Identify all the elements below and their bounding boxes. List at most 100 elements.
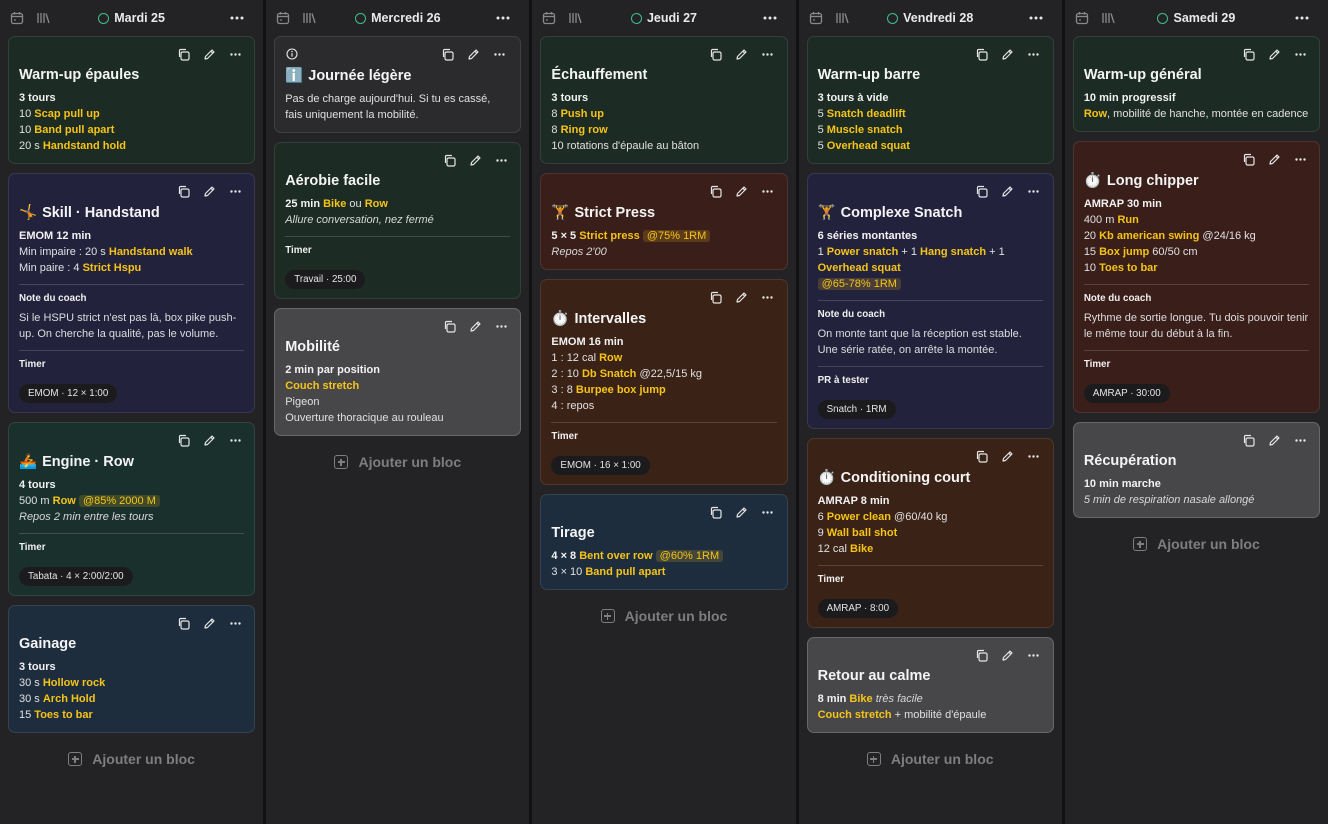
calendar-icon[interactable] bbox=[10, 11, 24, 25]
block-menu-icon[interactable] bbox=[1293, 152, 1307, 166]
duplicate-icon[interactable] bbox=[975, 648, 989, 662]
block-menu-icon[interactable] bbox=[761, 47, 775, 61]
exercise-link[interactable]: Overhead squat bbox=[827, 140, 910, 152]
add-block-button[interactable]: Ajouter un bloc bbox=[540, 602, 787, 630]
block-menu-icon[interactable] bbox=[1293, 47, 1307, 61]
exercise-link[interactable]: Scap pull up bbox=[34, 108, 99, 120]
duplicate-icon[interactable] bbox=[975, 449, 989, 463]
duplicate-icon[interactable] bbox=[176, 616, 190, 630]
exercise-link[interactable]: Couch stretch bbox=[818, 709, 892, 721]
workout-block[interactable]: ⏱️ Conditioning court AMRAP 8 min 6 Power c… bbox=[806, 438, 1054, 628]
library-icon[interactable] bbox=[568, 11, 583, 25]
block-menu-icon[interactable] bbox=[761, 290, 775, 304]
edit-icon[interactable] bbox=[466, 47, 480, 61]
workout-block[interactable]: Aérobie facile 25 min Bike ou Row Allure c… bbox=[274, 142, 522, 299]
exercise-link[interactable]: Power snatch bbox=[827, 246, 899, 258]
block-menu-icon[interactable] bbox=[492, 47, 506, 61]
edit-icon[interactable] bbox=[735, 505, 749, 519]
workout-block[interactable]: ⏱️ Long chipper AMRAP 30 min 400 m Run 20 Kb… bbox=[1072, 141, 1321, 413]
timer-pill[interactable]: Snatch · 1RM bbox=[817, 400, 896, 419]
edit-icon[interactable] bbox=[1267, 433, 1281, 447]
edit-icon[interactable] bbox=[468, 319, 482, 333]
block-menu-icon[interactable] bbox=[761, 184, 775, 198]
workout-block[interactable]: Récupération 10 min marche 5 min de respir… bbox=[1072, 422, 1321, 518]
edit-icon[interactable] bbox=[735, 47, 749, 61]
timer-pill[interactable]: EMOM · 12 × 1:00 bbox=[19, 384, 118, 403]
workout-block[interactable]: Mobilité 2 min par position Couch stretch P… bbox=[274, 308, 522, 436]
block-menu-icon[interactable] bbox=[1027, 449, 1041, 463]
exercise-link[interactable]: Snatch deadlift bbox=[827, 108, 906, 120]
add-block-button[interactable]: Ajouter un bloc bbox=[807, 745, 1054, 773]
exercise-link[interactable]: Handstand walk bbox=[109, 246, 193, 258]
calendar-icon[interactable] bbox=[1075, 11, 1089, 25]
duplicate-icon[interactable] bbox=[442, 153, 456, 167]
timer-pill[interactable]: EMOM · 16 × 1:00 bbox=[551, 456, 650, 475]
library-icon[interactable] bbox=[1101, 11, 1115, 25]
edit-icon[interactable] bbox=[1001, 449, 1015, 463]
exercise-link[interactable]: Bike bbox=[850, 543, 873, 555]
exercise-link[interactable]: Db Snatch bbox=[582, 368, 636, 380]
library-icon[interactable] bbox=[302, 11, 316, 25]
workout-block[interactable]: Échauffement 3 tours 8 Push up 8 Ring row 10… bbox=[540, 36, 788, 164]
duplicate-icon[interactable] bbox=[975, 47, 989, 61]
column-menu-icon[interactable] bbox=[1028, 10, 1044, 26]
exercise-link[interactable]: Band pull apart bbox=[585, 566, 665, 578]
duplicate-icon[interactable] bbox=[440, 47, 454, 61]
block-menu-icon[interactable] bbox=[494, 319, 508, 333]
edit-icon[interactable] bbox=[1001, 47, 1015, 61]
exercise-link[interactable]: Bike bbox=[323, 198, 346, 210]
exercise-link[interactable]: Hollow rock bbox=[43, 677, 105, 689]
column-menu-icon[interactable] bbox=[1294, 10, 1310, 26]
exercise-link[interactable]: Toes to bar bbox=[1099, 262, 1157, 274]
block-menu-icon[interactable] bbox=[228, 47, 242, 61]
exercise-link[interactable]: Row bbox=[365, 198, 388, 210]
edit-icon[interactable] bbox=[202, 184, 216, 198]
edit-icon[interactable] bbox=[202, 47, 216, 61]
add-block-button[interactable]: Ajouter un bloc bbox=[274, 448, 521, 476]
exercise-link[interactable]: Push up bbox=[561, 108, 604, 120]
duplicate-icon[interactable] bbox=[1241, 433, 1255, 447]
exercise-link[interactable]: Burpee box jump bbox=[576, 384, 666, 396]
workout-block[interactable]: ⏱️ Intervalles EMOM 16 min 1 : 12 cal Row 2 … bbox=[540, 279, 788, 485]
block-menu-icon[interactable] bbox=[1027, 47, 1041, 61]
exercise-link[interactable]: Couch stretch bbox=[285, 380, 359, 392]
duplicate-icon[interactable] bbox=[709, 184, 723, 198]
exercise-link[interactable]: Hang snatch bbox=[920, 246, 986, 258]
block-menu-icon[interactable] bbox=[228, 616, 242, 630]
edit-icon[interactable] bbox=[1001, 184, 1015, 198]
edit-icon[interactable] bbox=[735, 184, 749, 198]
duplicate-icon[interactable] bbox=[176, 433, 190, 447]
duplicate-icon[interactable] bbox=[442, 319, 456, 333]
exercise-link[interactable]: Box jump bbox=[1099, 246, 1149, 258]
exercise-link[interactable]: Row bbox=[1084, 108, 1107, 120]
library-icon[interactable] bbox=[835, 11, 849, 25]
block-menu-icon[interactable] bbox=[1027, 648, 1041, 662]
duplicate-icon[interactable] bbox=[176, 47, 190, 61]
block-menu-icon[interactable] bbox=[228, 433, 242, 447]
workout-block[interactable]: 🚣 Engine · Row 4 tours 500 m Row @85% 2000 … bbox=[8, 422, 256, 596]
edit-icon[interactable] bbox=[1267, 152, 1281, 166]
exercise-link[interactable]: Muscle snatch bbox=[827, 124, 903, 136]
workout-block[interactable]: Warm-up épaules 3 tours 10 Scap pull up 10 … bbox=[8, 36, 256, 164]
duplicate-icon[interactable] bbox=[709, 505, 723, 519]
duplicate-icon[interactable] bbox=[975, 184, 989, 198]
calendar-icon[interactable] bbox=[276, 11, 290, 25]
workout-block[interactable]: 🏋️ Strict Press 5 × 5 Strict press @75% 1R… bbox=[540, 173, 788, 270]
exercise-link[interactable]: Strict press bbox=[579, 230, 640, 242]
block-menu-icon[interactable] bbox=[1293, 433, 1307, 447]
exercise-link[interactable]: Wall ball shot bbox=[827, 527, 898, 539]
block-menu-icon[interactable] bbox=[494, 153, 508, 167]
timer-pill[interactable]: Tabata · 4 × 2:00/2:00 bbox=[19, 567, 133, 586]
block-menu-icon[interactable] bbox=[1027, 184, 1041, 198]
edit-icon[interactable] bbox=[1267, 47, 1281, 61]
block-menu-icon[interactable] bbox=[761, 505, 775, 519]
duplicate-icon[interactable] bbox=[1241, 47, 1255, 61]
block-menu-icon[interactable] bbox=[228, 184, 242, 198]
exercise-link[interactable]: Strict Hspu bbox=[83, 262, 142, 274]
workout-block[interactable]: 🤸 Skill · Handstand EMOM 12 min Min impaire… bbox=[8, 173, 256, 413]
exercise-link[interactable]: Bent over row bbox=[579, 550, 652, 562]
workout-block[interactable]: Retour au calme 8 min Bike très facile Cou… bbox=[806, 637, 1054, 733]
exercise-link[interactable]: Power clean bbox=[827, 511, 891, 523]
exercise-link[interactable]: Row bbox=[599, 352, 622, 364]
edit-icon[interactable] bbox=[202, 616, 216, 630]
